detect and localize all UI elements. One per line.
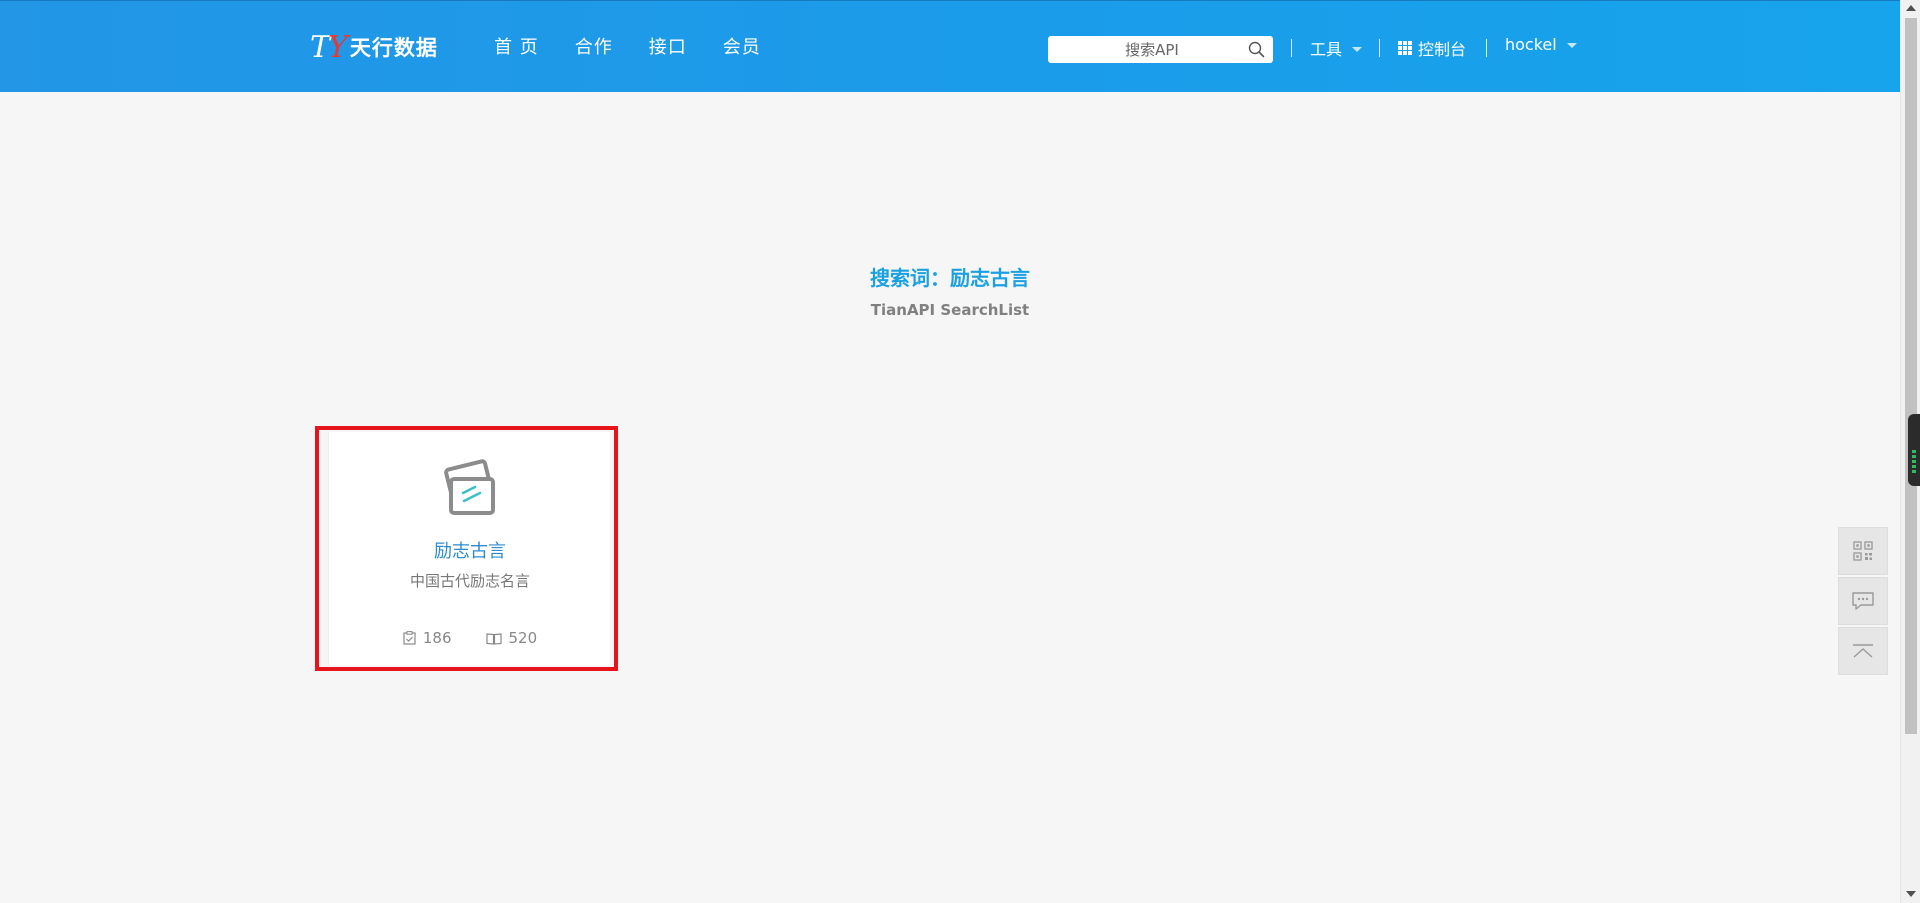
book-icon [485,632,502,645]
search-subtitle: TianAPI SearchList [870,301,1030,319]
tools-label: 工具 [1310,40,1343,59]
card-stats: 186 520 [329,629,611,647]
back-to-top-button[interactable] [1838,627,1888,675]
site-logo[interactable]: TY 天行数据 [310,29,438,65]
card-title[interactable]: 励志古言 [329,537,611,563]
divider [1379,39,1380,57]
search-input[interactable] [1048,37,1238,62]
scroll-thumb[interactable] [1905,18,1917,734]
search-icon[interactable] [1248,41,1265,58]
stat-views-value: 520 [508,629,538,647]
nav-api[interactable]: 接口 [649,33,687,59]
clipboard-check-icon [403,631,416,645]
scroll-up-icon[interactable] [1906,5,1916,11]
search-box [1048,36,1273,63]
nav-membership[interactable]: 会员 [723,33,761,59]
stat-views: 520 [485,629,538,647]
logo-mark: TY [310,29,348,65]
back-to-top-icon [1853,644,1873,658]
grid-icon [1398,41,1412,55]
logo-text: 天行数据 [349,36,438,60]
stat-applies: 186 [403,629,452,647]
feedback-button[interactable] [1838,577,1888,625]
top-navbar: TY 天行数据 首 页 合作 接口 会员 工具 控制台 hockel [0,0,1900,92]
nav-home[interactable]: 首 页 [494,33,539,59]
user-menu[interactable]: hockel [1505,35,1577,54]
nav-cooperation[interactable]: 合作 [575,33,613,59]
card-description: 中国古代励志名言 [409,572,530,590]
chevron-down-icon [1566,43,1577,48]
stat-applies-value: 186 [422,629,452,647]
tools-dropdown[interactable]: 工具 [1310,36,1363,60]
console-label: 控制台 [1418,40,1467,59]
divider [1291,39,1292,57]
main-nav: 首 页 合作 接口 会员 [494,33,797,59]
username: hockel [1505,35,1557,54]
divider [1486,39,1487,57]
scroll-down-icon[interactable] [1906,891,1916,897]
side-extension-widget[interactable] [1908,414,1920,486]
qr-code-icon [1853,541,1873,561]
api-card[interactable]: 励志古言 中国古代励志名言 186 520 [328,432,610,665]
chat-icon [1852,592,1874,610]
search-term-title: 搜索词：励志古言 [870,266,1030,290]
card-icon [444,459,495,515]
console-link[interactable]: 控制台 [1398,36,1466,60]
qr-code-button[interactable] [1838,527,1888,575]
chevron-down-icon [1352,46,1363,52]
